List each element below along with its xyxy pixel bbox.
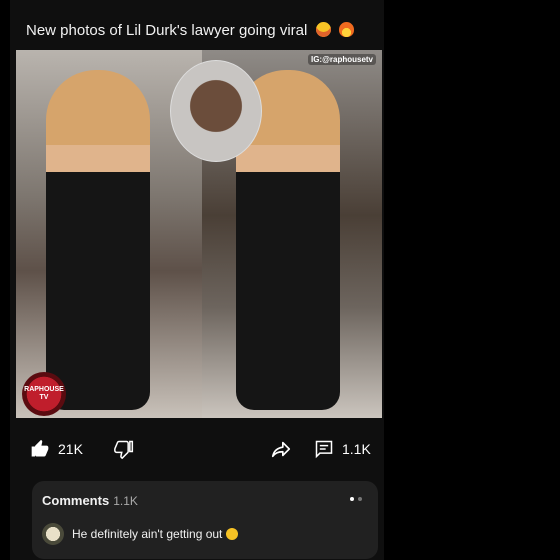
heart-eyes-emoji-icon [315, 22, 331, 37]
comments-count: 1.1K [113, 494, 138, 508]
raphouse-logo: RAPHOUSE TV [22, 372, 66, 416]
comments-panel[interactable]: Comments 1.1K He definitely ain't getting… [32, 481, 378, 559]
comments-title: Comments [42, 493, 110, 508]
like-button[interactable]: 21K [30, 432, 83, 466]
post-caption: New photos of Lil Durk's lawyer going vi… [26, 22, 386, 39]
person-figure-left [46, 70, 150, 410]
top-comment[interactable]: He definitely ain't getting out [42, 523, 239, 545]
caption-text: New photos of Lil Durk's lawyer going vi… [26, 22, 308, 39]
carousel-dot-active [350, 497, 354, 501]
post-image[interactable]: IG:@raphousetv RAPHOUSE TV [16, 50, 382, 418]
comments-header: Comments 1.1K [42, 493, 138, 508]
comment-count: 1.1K [342, 441, 371, 457]
post-card: New photos of Lil Durk's lawyer going vi… [10, 0, 384, 560]
thumbs-down-icon [114, 440, 134, 459]
comment-button[interactable]: 1.1K [314, 432, 371, 466]
top-comment-text: He definitely ain't getting out [72, 527, 223, 541]
share-button[interactable] [270, 432, 292, 466]
like-count: 21K [58, 441, 83, 457]
mugshot-inset [170, 60, 262, 162]
fire-emoji-icon [338, 22, 354, 37]
carousel-dots [350, 497, 362, 501]
share-icon [271, 441, 291, 458]
smile-emoji-icon [226, 528, 239, 540]
thumbs-up-icon [31, 439, 49, 457]
action-bar: 21K 1.1K [10, 432, 384, 466]
avatar [42, 523, 64, 545]
comment-icon [315, 440, 333, 459]
carousel-dot [358, 497, 362, 501]
watermark-handle: IG:@raphousetv [307, 54, 376, 65]
dislike-button[interactable] [114, 432, 134, 466]
